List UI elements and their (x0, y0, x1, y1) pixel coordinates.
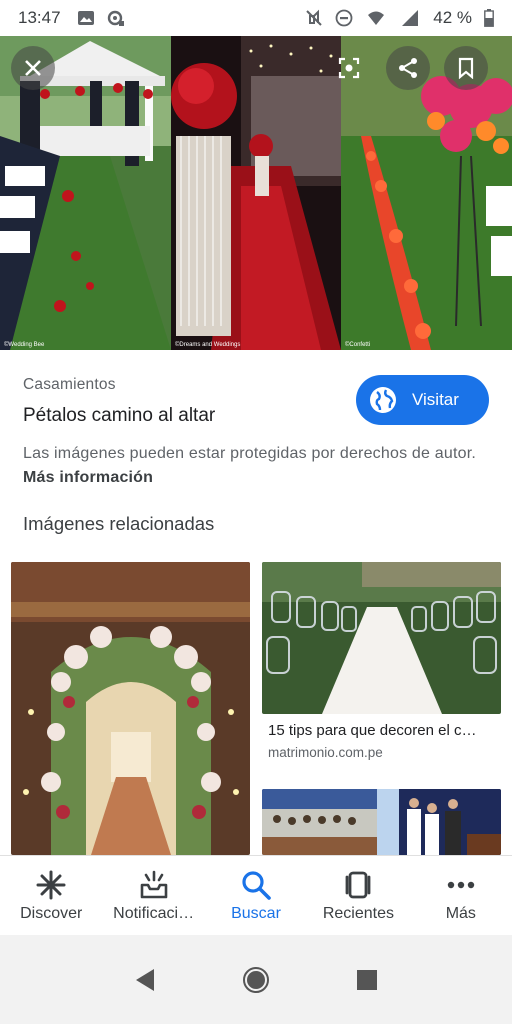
globe-icon (370, 387, 396, 413)
bottom-navigation: Discover Notificaci… Buscar Recientes Má… (0, 855, 512, 935)
more-icon (447, 881, 475, 888)
share-icon (399, 58, 417, 78)
source-name[interactable]: Casamientos (23, 376, 116, 394)
hero-watermark-2: ©Dreams and Weddings (175, 341, 240, 348)
hero-image-red-aisle[interactable]: ©Dreams and Weddings (171, 36, 341, 350)
hero-image-flower-aisle[interactable]: ©Confetti (341, 36, 512, 350)
bookmark-button[interactable] (444, 46, 488, 90)
notifications-icon (140, 870, 167, 898)
result-title[interactable]: Pétalos camino al altar (23, 405, 215, 427)
mute-icon (306, 9, 322, 26)
hero-image-strip[interactable]: ©Wedding Bee ©Dreams and Weddings ©Confe… (0, 36, 512, 350)
copyright-notice: Las imágenes pueden estar protegidas por… (23, 442, 493, 490)
nav-notifications-label: Notificaci… (113, 904, 195, 922)
recents-icon (346, 871, 371, 898)
nav-discover[interactable]: Discover (0, 856, 102, 935)
share-button[interactable] (386, 46, 430, 90)
close-icon (25, 60, 41, 76)
asterisk-icon (36, 870, 66, 899)
bookmark-icon (458, 57, 474, 79)
lens-button[interactable] (327, 46, 371, 90)
visit-button[interactable]: Visitar (356, 375, 489, 425)
search-icon (242, 870, 271, 900)
nav-search[interactable]: Buscar (205, 856, 307, 935)
sync-icon (107, 10, 124, 26)
nav-more[interactable]: Más (410, 856, 512, 935)
related-caption[interactable]: 15 tips para que decoren el c… (268, 722, 500, 739)
related-image-white-aisle[interactable] (262, 562, 501, 714)
lens-icon (338, 57, 360, 79)
back-icon (136, 968, 155, 991)
nav-notifications[interactable]: Notificaci… (102, 856, 204, 935)
related-image-group-photo[interactable] (262, 789, 501, 855)
visit-label: Visitar (412, 390, 459, 409)
home-button[interactable] (236, 960, 276, 1000)
nav-recents-label: Recientes (322, 904, 394, 922)
hero-watermark-3: ©Confetti (345, 341, 370, 348)
image-icon (77, 11, 94, 25)
related-image-floral-arch[interactable] (11, 562, 250, 855)
related-heading: Imágenes relacionadas (23, 513, 215, 534)
overview-button[interactable] (347, 960, 387, 1000)
overview-icon (356, 969, 377, 990)
dnd-icon (335, 9, 353, 27)
more-info-link[interactable]: Más información (23, 469, 153, 486)
back-button[interactable] (125, 960, 165, 1000)
battery-icon (484, 9, 494, 27)
status-time: 13:47 (18, 8, 61, 27)
hero-watermark-1: ©Wedding Bee (4, 341, 45, 348)
nav-search-label: Buscar (231, 904, 281, 922)
copyright-text: Las imágenes pueden estar protegidas por… (23, 445, 476, 462)
close-button[interactable] (11, 46, 55, 90)
status-bar: 13:47 42 % (0, 0, 512, 36)
home-icon (242, 966, 269, 993)
system-navigation-bar (0, 935, 512, 1024)
nav-discover-label: Discover (20, 904, 83, 922)
wifi-icon (368, 11, 385, 25)
signal-icon (402, 10, 419, 26)
related-domain: matrimonio.com.pe (268, 745, 383, 760)
battery-percent: 42 % (433, 8, 472, 27)
nav-recents[interactable]: Recientes (307, 856, 409, 935)
nav-more-label: Más (445, 904, 476, 922)
